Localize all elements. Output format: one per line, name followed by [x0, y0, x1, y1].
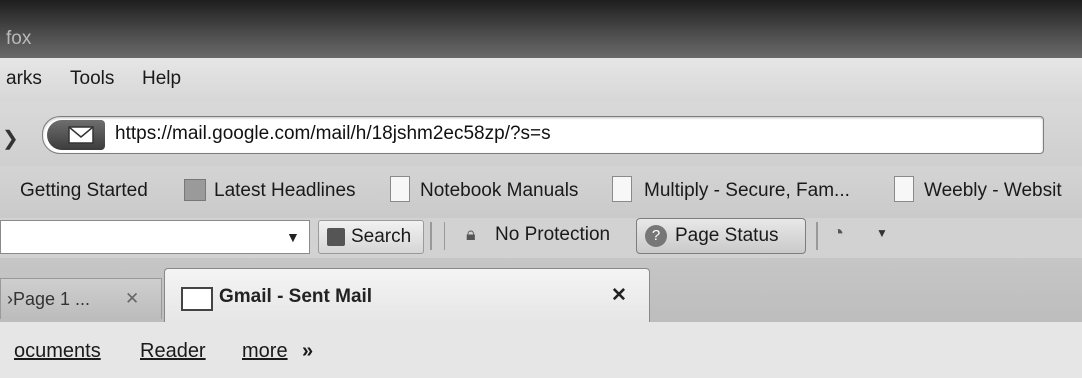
- extension-icon[interactable]: ◔: [832, 222, 844, 245]
- help-icon: ?: [645, 225, 667, 247]
- bookmark-multiply[interactable]: Multiply - Secure, Fam...: [644, 180, 850, 202]
- window-title: fox: [6, 28, 32, 49]
- url-text[interactable]: https://mail.google.com/mail/h/18jshm2ec…: [115, 123, 551, 145]
- search-button[interactable]: Search: [318, 220, 424, 254]
- gmail-favicon-icon: [68, 126, 94, 144]
- back-button-icon[interactable]: ❯: [2, 126, 19, 151]
- more-arrow-icon: »: [302, 340, 314, 362]
- toolbar-search-input[interactable]: ▼: [0, 220, 310, 254]
- search-icon: [327, 228, 345, 246]
- url-bar[interactable]: https://mail.google.com/mail/h/18jshm2ec…: [42, 116, 1044, 154]
- tab-page-1[interactable]: ›Page 1 ... ✕: [0, 278, 162, 319]
- page-icon: [612, 176, 632, 202]
- bookmark-getting-started[interactable]: Getting Started: [20, 180, 148, 202]
- page-status-label: Page Status: [675, 225, 779, 246]
- tab-gmail-sent-mail[interactable]: Gmail - Sent Mail ✕: [164, 268, 650, 323]
- bookmark-weebly[interactable]: Weebly - Websit: [924, 180, 1062, 202]
- dropdown-arrow-icon[interactable]: ▼: [286, 229, 300, 245]
- mail-icon: [181, 287, 213, 311]
- menu-item-tools[interactable]: Tools: [70, 68, 114, 90]
- toolbar-divider: [444, 222, 445, 250]
- bookmark-notebook-manuals[interactable]: Notebook Manuals: [420, 180, 578, 202]
- close-icon[interactable]: ✕: [125, 289, 139, 309]
- bookmarks-toolbar: Getting Started Latest Headlines Noteboo…: [0, 166, 1082, 218]
- protection-status[interactable]: No Protection: [495, 224, 610, 246]
- window-title-bar: fox: [0, 0, 1082, 58]
- toolbar-divider: [430, 222, 432, 250]
- close-icon[interactable]: ✕: [611, 284, 627, 307]
- gmail-top-links: ocuments Reader more »: [0, 322, 1082, 378]
- menu-bar: arks Tools Help: [0, 58, 1082, 102]
- search-toolbar: ▼ Search 🔒︎ No Protection ? Page Status …: [0, 218, 1082, 258]
- navigation-bar: ❯ https://mail.google.com/mail/h/18jshm2…: [0, 102, 1082, 166]
- link-reader[interactable]: Reader: [140, 340, 206, 363]
- chevron-down-icon[interactable]: ▼: [876, 226, 888, 240]
- menu-item-help[interactable]: Help: [142, 68, 181, 90]
- link-more[interactable]: more: [242, 340, 288, 363]
- page-icon: [894, 176, 914, 202]
- tab-strip: ›Page 1 ... ✕ Gmail - Sent Mail ✕: [0, 258, 1082, 323]
- tab-label: Gmail - Sent Mail: [219, 286, 373, 307]
- lock-icon: 🔒︎: [466, 224, 476, 244]
- search-button-label: Search: [351, 226, 412, 247]
- page-status-button[interactable]: ? Page Status: [636, 218, 806, 254]
- menu-item-bookmarks[interactable]: arks: [6, 68, 42, 90]
- toolbar-divider: [816, 222, 818, 250]
- site-identity-button[interactable]: [47, 120, 105, 150]
- link-documents[interactable]: ocuments: [14, 340, 101, 363]
- tab-label: ›Page 1 ...: [7, 289, 91, 309]
- rss-icon: [184, 179, 206, 201]
- page-icon: [390, 176, 410, 202]
- bookmark-latest-headlines[interactable]: Latest Headlines: [214, 180, 356, 202]
